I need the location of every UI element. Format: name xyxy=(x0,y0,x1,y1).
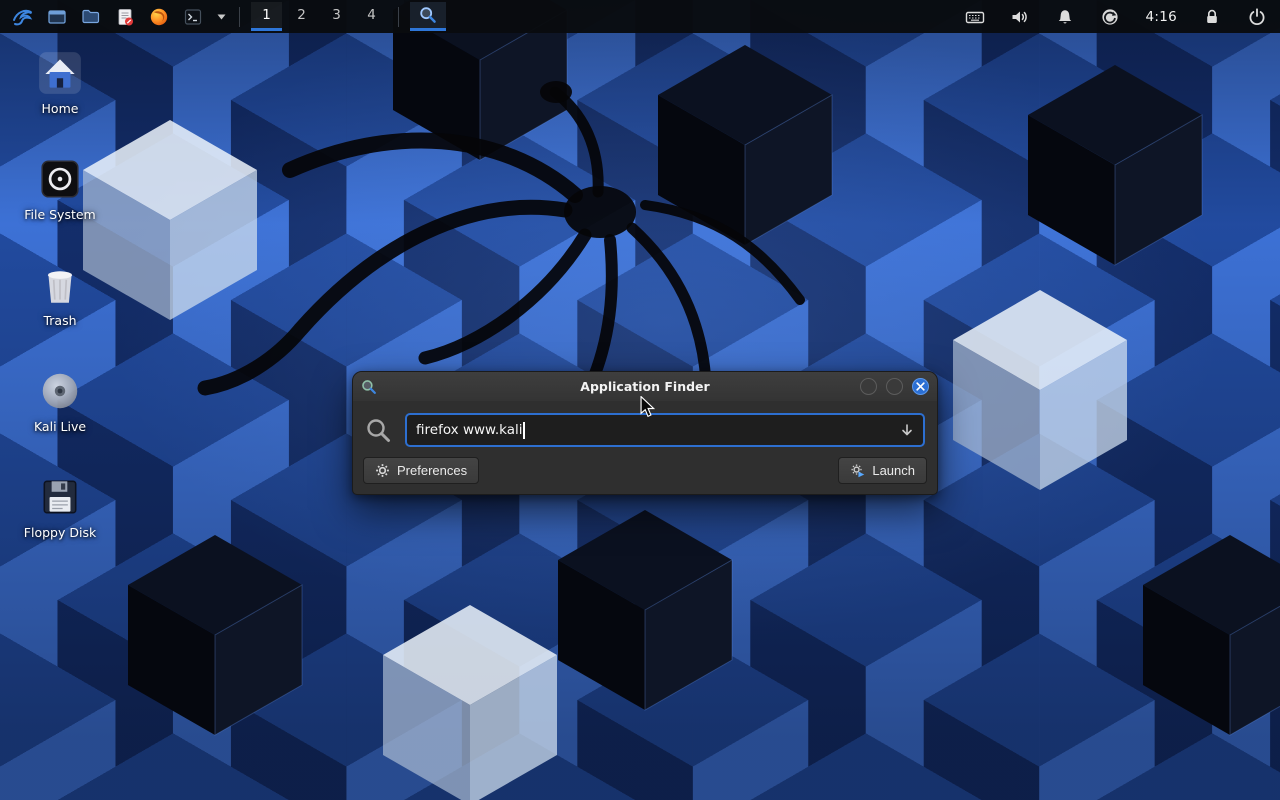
system-tray: 4:16 xyxy=(960,2,1272,31)
arrow-down-icon xyxy=(900,423,914,437)
panel-separator xyxy=(398,7,399,27)
terminal-icon xyxy=(182,6,204,28)
desktop-icon-label: Home xyxy=(42,101,79,116)
application-finder-icon xyxy=(361,379,377,395)
desktop: 1 2 3 4 xyxy=(0,0,1280,800)
titlebar[interactable]: Application Finder xyxy=(353,372,937,401)
notifications[interactable] xyxy=(1050,2,1080,31)
launcher-text-editor[interactable] xyxy=(110,2,140,31)
workspace-3[interactable]: 3 xyxy=(321,2,352,31)
workspace-4-label: 4 xyxy=(367,7,376,23)
desktop-icon-home[interactable]: Home xyxy=(12,50,108,116)
text-editor-icon xyxy=(114,6,136,28)
panel-clock[interactable]: 4:16 xyxy=(1145,9,1177,25)
desktop-icon-floppy-disk[interactable]: Floppy Disk xyxy=(12,474,108,540)
launcher-file-manager[interactable] xyxy=(76,2,106,31)
desktop-icon-label: Floppy Disk xyxy=(24,525,96,540)
window-icon xyxy=(361,379,377,395)
file-manager-icon xyxy=(80,6,102,28)
keyboard-indicator[interactable] xyxy=(960,2,990,31)
floppy-disk-icon xyxy=(37,474,83,520)
taskbar-application-finder[interactable] xyxy=(410,2,446,31)
desktop-icon-list: Home File System Trash xyxy=(12,50,108,540)
home-icon xyxy=(37,50,83,96)
launcher-dropdown-arrow[interactable] xyxy=(214,2,228,31)
applications-menu-button[interactable] xyxy=(8,2,38,31)
search-input-value: firefox www.kali xyxy=(416,422,522,438)
maximize-button[interactable] xyxy=(886,378,903,395)
minimize-button[interactable] xyxy=(860,378,877,395)
application-finder-window: Application Finder firefox www.kali xyxy=(352,371,938,495)
bell-icon xyxy=(1055,7,1075,27)
desktop-icon-label: Kali Live xyxy=(34,419,86,434)
keyboard-icon xyxy=(965,7,985,27)
search-icon xyxy=(365,417,392,444)
chevron-down-icon xyxy=(217,14,226,20)
volume-icon xyxy=(1010,7,1030,27)
file-system-drive-icon xyxy=(37,156,83,202)
button-row: Preferences Launch xyxy=(353,455,937,494)
window-controls xyxy=(860,378,929,395)
lock-icon xyxy=(1202,7,1222,27)
workspace-2-label: 2 xyxy=(297,7,306,23)
desktop-icon-label: Trash xyxy=(43,313,76,328)
text-caret xyxy=(523,422,525,439)
preferences-label: Preferences xyxy=(397,463,467,478)
application-finder-icon xyxy=(419,6,437,24)
desktop-icon-label: File System xyxy=(24,207,96,222)
run-gear-icon xyxy=(850,463,865,478)
workspace-1-label: 1 xyxy=(262,7,271,23)
top-panel: 1 2 3 4 xyxy=(0,0,1280,33)
firefox-icon xyxy=(148,6,170,28)
desktop-icon-file-system[interactable]: File System xyxy=(12,156,108,222)
search-row: firefox www.kali xyxy=(353,401,937,455)
launcher-firefox[interactable] xyxy=(144,2,174,31)
launch-label: Launch xyxy=(872,463,915,478)
power-manager-icon xyxy=(1100,7,1120,27)
workspace-3-label: 3 xyxy=(332,7,341,23)
screen-lock[interactable] xyxy=(1197,2,1227,31)
kali-menu-icon xyxy=(11,5,35,29)
desktop-icon-kali-live[interactable]: Kali Live xyxy=(12,368,108,434)
power-icon xyxy=(1247,7,1267,27)
window-title: Application Finder xyxy=(353,379,937,394)
panel-separator xyxy=(239,7,240,27)
workspace-4[interactable]: 4 xyxy=(356,2,387,31)
desktop-icon-trash[interactable]: Trash xyxy=(12,262,108,328)
workspace-1[interactable]: 1 xyxy=(251,2,282,31)
power-manager[interactable] xyxy=(1095,2,1125,31)
logout-button[interactable] xyxy=(1242,2,1272,31)
search-input[interactable]: firefox www.kali xyxy=(405,413,925,447)
volume-control[interactable] xyxy=(1005,2,1035,31)
app-window-icon xyxy=(46,6,68,28)
launch-button[interactable]: Launch xyxy=(838,457,927,484)
preferences-button[interactable]: Preferences xyxy=(363,457,479,484)
entry-dropdown-arrow[interactable] xyxy=(900,423,914,437)
optical-disc-icon xyxy=(37,368,83,414)
close-icon xyxy=(916,382,925,391)
workspace-2[interactable]: 2 xyxy=(286,2,317,31)
launcher-terminal[interactable] xyxy=(178,2,208,31)
launcher-app-window[interactable] xyxy=(42,2,72,31)
close-button[interactable] xyxy=(912,378,929,395)
gear-icon xyxy=(375,463,390,478)
trash-bin-icon xyxy=(37,262,83,308)
